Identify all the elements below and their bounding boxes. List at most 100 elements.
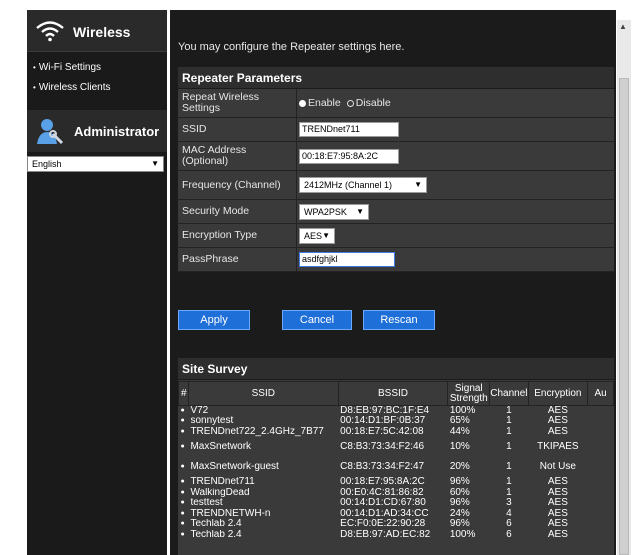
radio-unselected-icon: [346, 99, 354, 107]
auth-cell: [588, 519, 614, 530]
bssid-cell: 00:E0:4C:81:86:82: [340, 487, 424, 498]
radio-select-icon[interactable]: ●: [179, 427, 189, 438]
mac-address-row: MAC Address (Optional) 00:18:E7:95:8A:2C: [178, 142, 614, 171]
apply-button[interactable]: Apply: [178, 310, 250, 330]
table-row[interactable]: ● WalkingDead 00:E0:4C:81:86:82 60% 1 AES: [179, 488, 614, 499]
radio-select-icon[interactable]: ●: [179, 416, 189, 427]
signal-cell: 10%: [449, 441, 470, 452]
signal-cell: 100%: [449, 529, 476, 540]
encryption-cell: AES: [547, 508, 568, 519]
table-row[interactable]: ● TRENDnet722_2.4GHz_7B77 00:18:E7:5C:42:0…: [179, 427, 614, 438]
wifi-icon: [36, 21, 64, 42]
table-row[interactable]: ● testtest 00:14:D1:CD:67:80 96% 3 AES: [179, 498, 614, 509]
radio-select-icon[interactable]: ●: [179, 498, 189, 509]
ssid-cell: TRENDnet711: [190, 477, 255, 488]
bssid-cell: 00:14:D1:BF:0B:37: [340, 416, 426, 427]
sidebar-item-wifi-settings[interactable]: • Wi-Fi Settings: [27, 58, 167, 78]
bssid-cell: 00:14:D1:AD:34:CC: [340, 508, 429, 519]
channel-cell: 1: [506, 487, 512, 498]
bssid-cell: C8:B3:73:34:F2:46: [340, 441, 425, 452]
ssid-cell: TRENDNETWH-n: [190, 508, 271, 519]
radio-select-icon[interactable]: ●: [179, 406, 189, 417]
table-row[interactable]: ● MaxSnetwork C8:B3:73:34:F2:46 10% 1 TKIPAES: [179, 437, 614, 457]
wireless-section-title: Wireless: [73, 24, 131, 40]
repeater-parameters-title: Repeater Parameters: [178, 67, 614, 89]
bssid-cell: 00:18:E7:95:8A:2C: [340, 477, 425, 488]
signal-cell: 24%: [449, 508, 470, 519]
enable-label: Enable: [308, 97, 341, 109]
bssid-cell: C8:B3:73:34:F2:47: [340, 461, 425, 472]
encryption-type-select[interactable]: AES ▼: [299, 227, 335, 244]
signal-cell: 96%: [449, 519, 470, 530]
radio-select-icon[interactable]: ●: [179, 509, 189, 520]
chevron-down-icon: ▼: [322, 230, 330, 240]
sidebar-item-wireless-clients[interactable]: • Wireless Clients: [27, 78, 167, 98]
encryption-type-label: Encryption Type: [182, 229, 258, 241]
table-row[interactable]: ● MaxSnetwork-guest C8:B3:73:34:F2:47 20% 1 N…: [179, 457, 614, 477]
mac-address-input[interactable]: 00:18:E7:95:8A:2C: [299, 148, 399, 164]
ssid-cell: testtest: [190, 498, 223, 509]
table-row[interactable]: ● sonnytest 00:14:D1:BF:0B:37 65% 1 AES: [179, 416, 614, 427]
passphrase-label: PassPhrase: [182, 253, 239, 265]
table-row[interactable]: ● Techlab 2.4 EC:F0:0E:22:90:28 96% 6 AES: [179, 519, 614, 530]
encryption-cell: AES: [547, 529, 568, 540]
radio-select-icon[interactable]: ●: [179, 530, 189, 541]
channel-cell: 1: [506, 441, 512, 452]
chevron-down-icon: ▼: [151, 159, 159, 168]
scrollbar-thumb[interactable]: [619, 78, 629, 555]
enable-radio[interactable]: Enable: [299, 97, 341, 109]
signal-cell: 60%: [449, 487, 470, 498]
site-survey-title: Site Survey: [178, 358, 614, 380]
channel-cell: 3: [506, 498, 512, 509]
encryption-type-value-cell: AES ▼: [296, 224, 614, 247]
encryption-cell: AES: [547, 519, 568, 530]
passphrase-input[interactable]: asdfghjkl: [299, 252, 395, 267]
radio-select-icon[interactable]: ●: [179, 437, 189, 457]
encryption-cell: AES: [547, 405, 568, 416]
encryption-cell: AES: [547, 426, 568, 437]
frequency-select[interactable]: 2412MHz (Channel 1) ▼: [299, 177, 427, 193]
ssid-input[interactable]: TRENDnet711: [299, 122, 399, 137]
channel-cell: 6: [506, 519, 512, 530]
encryption-cell: TKIPAES: [537, 441, 579, 452]
column-header: Encryption: [527, 381, 589, 406]
ssid-label: SSID: [182, 123, 207, 135]
table-row[interactable]: ● TRENDnet711 00:18:E7:95:8A:2C 96% 1 AES: [179, 477, 614, 488]
sidebar-item-label: Wireless Clients: [38, 82, 111, 93]
language-value: English: [32, 159, 62, 169]
administrator-section-header[interactable]: Administrator: [27, 110, 167, 152]
bullet-icon: •: [33, 63, 36, 72]
chevron-down-icon: ▼: [356, 206, 364, 216]
rescan-button[interactable]: Rescan: [363, 310, 435, 330]
auth-cell: [588, 477, 614, 488]
channel-cell: 1: [506, 426, 512, 437]
mac-address-label: MAC Address (Optional): [182, 144, 247, 167]
disable-radio[interactable]: Disable: [346, 97, 391, 109]
frequency-row: Frequency (Channel) 2412MHz (Channel 1) …: [178, 171, 614, 200]
language-select[interactable]: English ▼: [27, 156, 164, 172]
radio-select-icon[interactable]: ●: [179, 519, 189, 530]
frequency-label: Frequency (Channel): [182, 178, 281, 191]
signal-cell: 100%: [449, 405, 476, 416]
page-scrollbar[interactable]: ▲: [617, 20, 631, 555]
ssid-value-cell: TRENDnet711: [296, 118, 614, 141]
ssid-cell: MaxSnetwork-guest: [190, 461, 279, 472]
scroll-up-icon[interactable]: ▲: [619, 22, 627, 31]
radio-select-icon[interactable]: ●: [179, 488, 189, 499]
radio-select-icon[interactable]: ●: [179, 457, 189, 477]
table-row[interactable]: ● V72 D8:EB:97:BC:1F:E4 100% 1 AES: [179, 406, 614, 417]
cancel-button[interactable]: Cancel: [282, 310, 352, 330]
table-row[interactable]: ● Techlab 2.4 D8:EB:97:AD:EC:82 100% 6 AES: [179, 530, 614, 541]
security-mode-value: WPA2PSK: [304, 206, 347, 217]
radio-select-icon[interactable]: ●: [179, 477, 189, 488]
column-header: BSSID: [337, 381, 449, 406]
security-mode-select[interactable]: WPA2PSK ▼: [299, 203, 369, 220]
wireless-section-header[interactable]: Wireless: [27, 10, 167, 52]
encryption-cell: AES: [547, 416, 568, 427]
channel-cell: 1: [506, 477, 512, 488]
table-row[interactable]: ● TRENDNETWH-n 00:14:D1:AD:34:CC 24% 4 AES: [179, 509, 614, 520]
signal-cell: 65%: [449, 416, 470, 427]
auth-cell: [588, 437, 614, 457]
security-mode-value-cell: WPA2PSK ▼: [296, 200, 614, 223]
passphrase-row: PassPhrase asdfghjkl: [178, 248, 614, 272]
